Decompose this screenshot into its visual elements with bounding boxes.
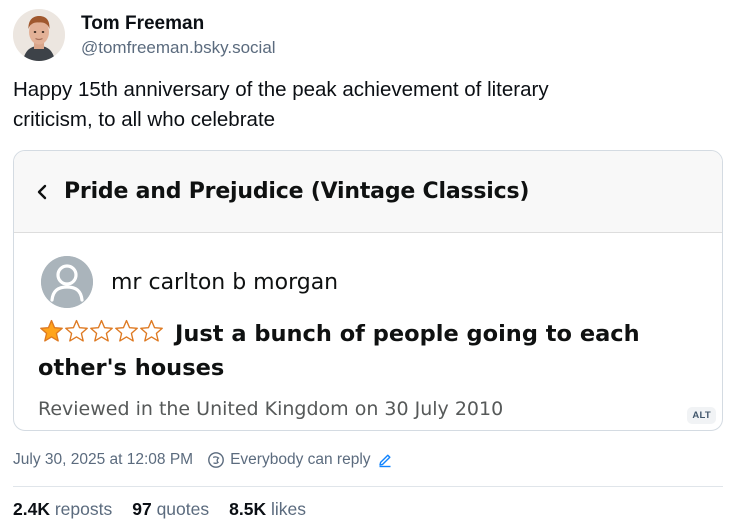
quotes-stat[interactable]: 97 quotes [132,499,209,520]
reply-setting[interactable]: Everybody can reply [230,451,370,469]
reviewer: mr carlton b morgan [41,256,338,308]
star-icon [90,319,113,342]
embedded-image[interactable]: Pride and Prejudice (Vintage Classics) m… [13,150,723,431]
likes-stat[interactable]: 8.5K likes [229,499,306,520]
post-text: Happy 15th anniversary of the peak achie… [13,78,549,131]
post-stats: 2.4K reposts 97 quotes 8.5K likes [13,499,326,520]
star-icon [140,319,163,342]
chevron-left-icon [36,181,54,203]
review-title-block: Just a bunch of people going to each oth… [38,317,688,385]
likes-label: likes [270,499,306,519]
reposts-count: 2.4K [13,499,50,519]
star-icon [65,319,88,342]
post-meta: July 30, 2025 at 12:08 PM Everybody can … [13,451,393,469]
post-header: Tom Freeman @tomfreeman.bsky.social [13,7,276,63]
quotes-label: quotes [156,499,210,519]
likes-count: 8.5K [229,499,267,519]
author-info: Tom Freeman @tomfreeman.bsky.social [81,12,276,59]
person-placeholder-icon [41,256,93,308]
quotes-count: 97 [132,499,152,519]
avatar-photo [13,9,65,61]
globe-icon [207,451,225,469]
star-icon [40,319,63,342]
embed-topbar: Pride and Prejudice (Vintage Classics) [14,151,722,233]
author-display-name[interactable]: Tom Freeman [81,12,276,35]
star-icon [115,319,138,342]
reposts-stat[interactable]: 2.4K reposts [13,499,112,520]
avatar[interactable] [13,9,65,61]
reposts-label: reposts [54,499,113,519]
alt-badge[interactable]: ALT [687,407,716,424]
author-handle[interactable]: @tomfreeman.bsky.social [81,37,276,59]
review-meta: Reviewed in the United Kingdom on 30 Jul… [38,398,504,420]
pencil-icon[interactable] [377,452,393,468]
book-title: Pride and Prejudice (Vintage Classics) [64,179,530,204]
divider [13,486,723,487]
reviewer-name: mr carlton b morgan [111,269,339,295]
post-timestamp: July 30, 2025 at 12:08 PM [13,451,194,468]
star-rating [38,319,163,343]
